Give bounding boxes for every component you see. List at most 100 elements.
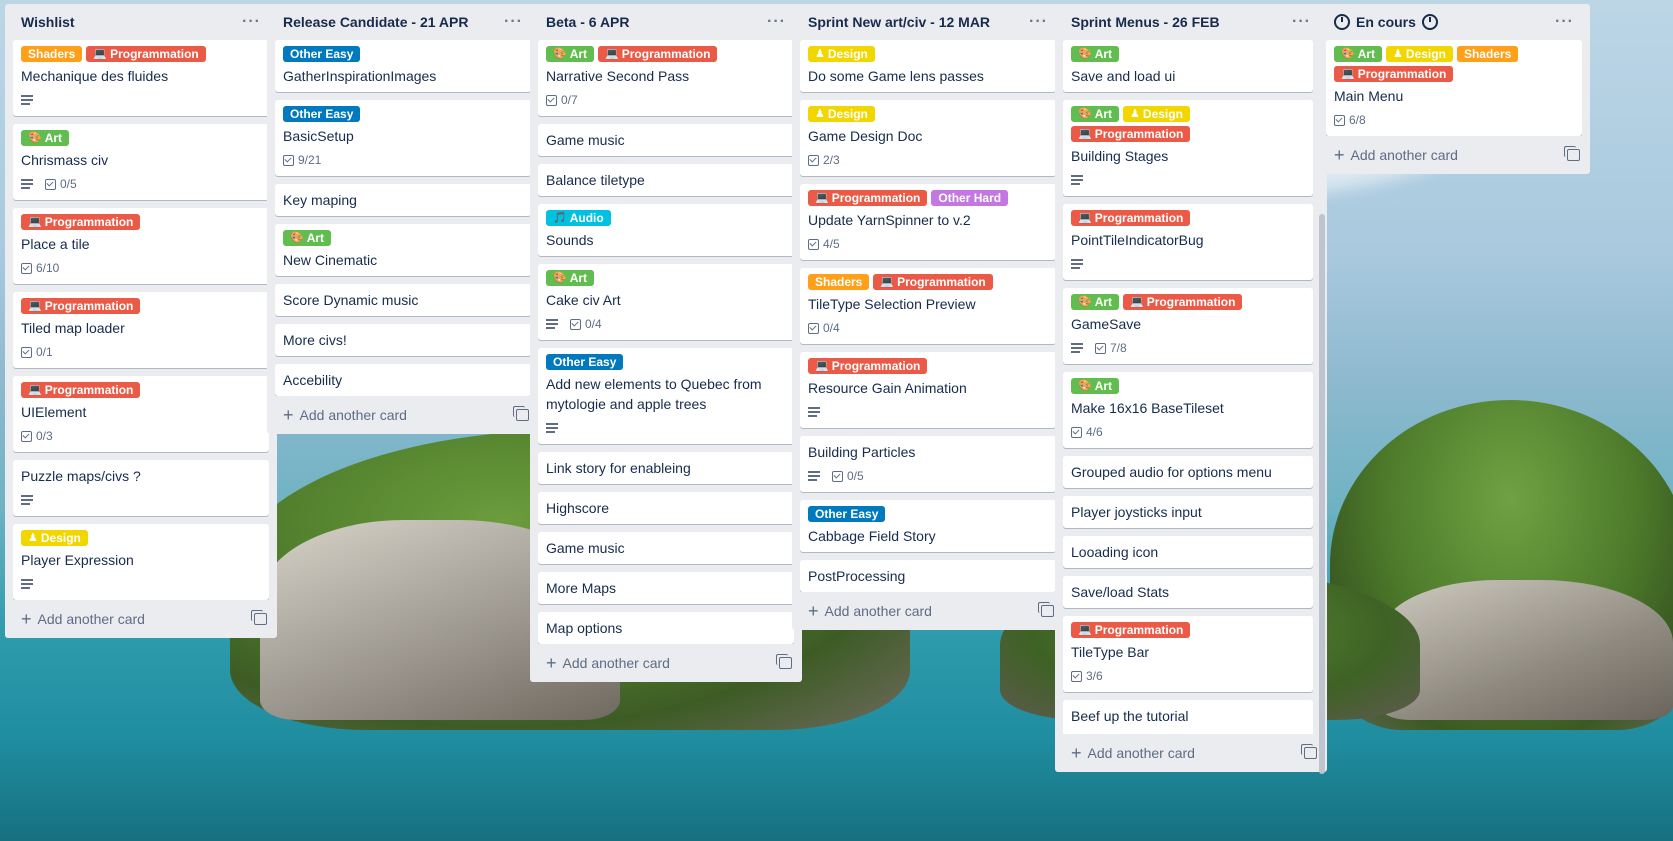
card-template-icon[interactable] bbox=[251, 610, 267, 625]
label-shaders[interactable]: Shaders bbox=[21, 46, 83, 62]
label-programmation[interactable]: 💻 Programmation bbox=[21, 298, 141, 314]
card[interactable]: Save/load Stats bbox=[1063, 576, 1313, 608]
list-header[interactable]: En cours ··· bbox=[1318, 4, 1590, 40]
label-programmation[interactable]: 💻 Programmation bbox=[86, 46, 206, 62]
card[interactable]: Map options bbox=[538, 612, 794, 644]
add-card-button[interactable]: + Add another card bbox=[21, 610, 145, 628]
label-art[interactable]: 🎨 Art bbox=[21, 130, 70, 146]
card[interactable]: ♟ Design Do some Game lens passes bbox=[800, 40, 1056, 92]
card[interactable]: PostProcessing bbox=[800, 560, 1056, 592]
label-design[interactable]: ♟ Design bbox=[21, 530, 88, 546]
card[interactable]: Other Easy GatherInspirationImages bbox=[275, 40, 531, 92]
label-programmation[interactable]: 💻 Programmation bbox=[1071, 126, 1191, 142]
label-other-easy[interactable]: Other Easy bbox=[808, 506, 886, 522]
card[interactable]: 🎨 Art ♟ Design 💻 Programmation Building Stages bbox=[1063, 100, 1313, 196]
label-programmation[interactable]: 💻 Programmation bbox=[1071, 210, 1191, 226]
add-card-button[interactable]: + Add another card bbox=[1334, 146, 1458, 164]
list-title[interactable]: Beta - 6 APR bbox=[546, 14, 630, 30]
list-header[interactable]: Wishlist ··· bbox=[5, 4, 277, 40]
card-template-icon[interactable] bbox=[513, 406, 529, 421]
list-header[interactable]: Sprint New art/civ - 12 MAR ··· bbox=[792, 4, 1064, 40]
label-programmation[interactable]: 💻 Programmation bbox=[873, 274, 993, 290]
label-art[interactable]: 🎨 Art bbox=[1071, 294, 1120, 310]
label-programmation[interactable]: 💻 Programmation bbox=[598, 46, 718, 62]
label-programmation[interactable]: 💻 Programmation bbox=[1071, 622, 1191, 638]
card[interactable]: Balance tiletype bbox=[538, 164, 794, 196]
card-template-icon[interactable] bbox=[1038, 602, 1054, 617]
card[interactable]: 🎨 Art Make 16x16 BaseTileset 4/6 bbox=[1063, 372, 1313, 448]
label-programmation[interactable]: 💻 Programmation bbox=[808, 358, 928, 374]
card[interactable]: Link story for enableing bbox=[538, 452, 794, 484]
label-programmation[interactable]: 💻 Programmation bbox=[1123, 294, 1243, 310]
card[interactable]: Shaders 💻 Programmation TileType Selection … bbox=[800, 268, 1056, 344]
card[interactable]: Player joysticks input bbox=[1063, 496, 1313, 528]
card[interactable]: Grouped audio for options menu bbox=[1063, 456, 1313, 488]
card[interactable]: Score Dynamic music bbox=[275, 284, 531, 316]
card[interactable]: Accebility bbox=[275, 364, 531, 396]
list-header[interactable]: Beta - 6 APR ··· bbox=[530, 4, 802, 40]
label-design[interactable]: ♟ Design bbox=[808, 46, 875, 62]
card[interactable]: 🎨 Art Save and load ui bbox=[1063, 40, 1313, 92]
list-header[interactable]: Sprint Menus - 26 FEB ··· bbox=[1055, 4, 1327, 40]
card[interactable]: 🎨 Art New Cinematic bbox=[275, 224, 531, 276]
card[interactable]: 💻 Programmation Tiled map loader 0/1 bbox=[13, 292, 269, 368]
label-programmation[interactable]: 💻 Programmation bbox=[1334, 66, 1454, 82]
label-design[interactable]: ♟ Design bbox=[808, 106, 875, 122]
card[interactable]: 🎨 Art ♟ Design Shaders 💻 Programmation Main Men… bbox=[1326, 40, 1582, 136]
label-programmation[interactable]: 💻 Programmation bbox=[21, 214, 141, 230]
list-title[interactable]: Sprint Menus - 26 FEB bbox=[1071, 14, 1220, 30]
label-art[interactable]: 🎨 Art bbox=[1071, 106, 1120, 122]
card[interactable]: 💻 Programmation UIElement 0/3 bbox=[13, 376, 269, 452]
card[interactable]: 💻 Programmation Resource Gain Animation bbox=[800, 352, 1056, 428]
card[interactable]: 💻 Programmation Other Hard Update YarnSpinn… bbox=[800, 184, 1056, 260]
label-shaders[interactable]: Shaders bbox=[1456, 46, 1519, 62]
label-shaders[interactable]: Shaders bbox=[808, 274, 870, 290]
list-menu-icon[interactable]: ··· bbox=[1549, 11, 1580, 33]
label-art[interactable]: 🎨 Art bbox=[1071, 378, 1120, 394]
card[interactable]: ♟ Design Player Expression bbox=[13, 524, 269, 600]
list-title[interactable]: Sprint New art/civ - 12 MAR bbox=[808, 14, 990, 30]
card-template-icon[interactable] bbox=[1564, 146, 1580, 161]
label-other-easy[interactable]: Other Easy bbox=[283, 46, 361, 62]
list-header[interactable]: Release Candidate - 21 APR ··· bbox=[267, 4, 539, 40]
label-art[interactable]: 🎨 Art bbox=[546, 270, 595, 286]
list-menu-icon[interactable]: ··· bbox=[761, 11, 792, 33]
label-art[interactable]: 🎨 Art bbox=[283, 230, 332, 246]
label-design[interactable]: ♟ Design bbox=[1386, 46, 1453, 62]
label-other-easy[interactable]: Other Easy bbox=[546, 354, 624, 370]
card-template-icon[interactable] bbox=[776, 654, 792, 669]
card[interactable]: More civs! bbox=[275, 324, 531, 356]
card[interactable]: 🎵 Audio Sounds bbox=[538, 204, 794, 256]
card[interactable]: 🎨 Art Chrismass civ 0/5 bbox=[13, 124, 269, 200]
card[interactable]: 🎨 Art 💻 Programmation Narrative Second Pass 0… bbox=[538, 40, 794, 116]
card[interactable]: More Maps bbox=[538, 572, 794, 604]
card[interactable]: Game music bbox=[538, 532, 794, 564]
list-menu-icon[interactable]: ··· bbox=[1286, 11, 1317, 33]
label-art[interactable]: 🎨 Art bbox=[546, 46, 595, 62]
label-programmation[interactable]: 💻 Programmation bbox=[21, 382, 141, 398]
card[interactable]: Building Particles 0/5 bbox=[800, 436, 1056, 492]
card[interactable]: Other Easy Cabbage Field Story bbox=[800, 500, 1056, 552]
card[interactable]: Beef up the tutorial0/1 bbox=[1063, 700, 1313, 734]
list-menu-icon[interactable]: ··· bbox=[498, 11, 529, 33]
card[interactable]: ♟ Design Game Design Doc 2/3 bbox=[800, 100, 1056, 176]
add-card-button[interactable]: + Add another card bbox=[808, 602, 932, 620]
card[interactable]: 🎨 Art 💻 Programmation GameSave 7/8 bbox=[1063, 288, 1313, 364]
add-card-button[interactable]: + Add another card bbox=[1071, 744, 1195, 762]
card[interactable]: Shaders 💻 Programmation Mechanique des flui… bbox=[13, 40, 269, 116]
card[interactable]: Game music bbox=[538, 124, 794, 156]
label-design[interactable]: ♟ Design bbox=[1123, 106, 1190, 122]
list-scrollbar[interactable] bbox=[1319, 214, 1325, 774]
card-template-icon[interactable] bbox=[1301, 744, 1317, 759]
card[interactable]: Other Easy BasicSetup 9/21 bbox=[275, 100, 531, 176]
add-card-button[interactable]: + Add another card bbox=[546, 654, 670, 672]
card[interactable]: 💻 Programmation Place a tile 6/10 bbox=[13, 208, 269, 284]
card[interactable]: Key maping bbox=[275, 184, 531, 216]
card[interactable]: Highscore bbox=[538, 492, 794, 524]
label-audio[interactable]: 🎵 Audio bbox=[546, 210, 611, 226]
list-title[interactable]: Wishlist bbox=[21, 14, 75, 30]
card[interactable]: 💻 Programmation PointTileIndicatorBug bbox=[1063, 204, 1313, 280]
list-title[interactable]: En cours bbox=[1334, 14, 1438, 30]
card[interactable]: Other Easy Add new elements to Quebec fro… bbox=[538, 348, 794, 444]
list-title[interactable]: Release Candidate - 21 APR bbox=[283, 14, 468, 30]
